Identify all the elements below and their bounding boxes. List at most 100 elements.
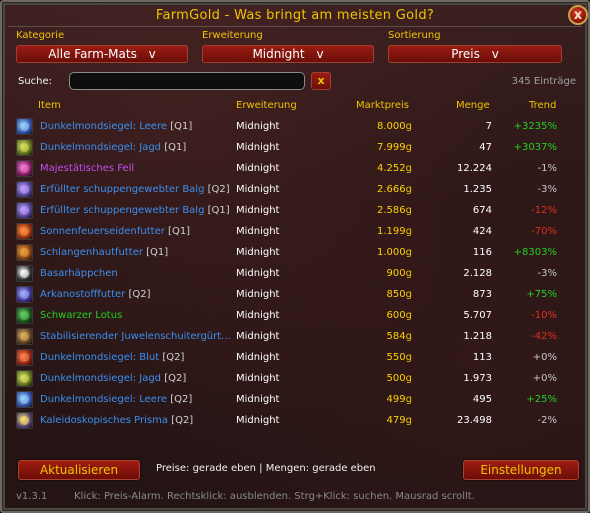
table-row[interactable]: Arkanostofffutter [Q2] Midnight 850g 873 +75… [14,284,578,305]
item-price: 479g [344,414,412,427]
header-quantity[interactable]: Menge [456,100,490,112]
status-text: Preise: gerade eben | Mengen: gerade ebe… [156,463,376,474]
category-label: Kategorie [16,30,65,41]
table-row[interactable]: Sonnenfeuerseidenfutter [Q1] Midnight 1.19… [14,221,578,242]
item-expansion: Midnight [236,163,280,174]
header-price[interactable]: Marktpreis [356,100,409,112]
expansion-value: Midnight [252,47,305,61]
item-trend: +25% [526,394,557,405]
item-price: 7.999g [344,141,412,154]
snakeskin-icon [16,244,33,261]
item-expansion: Midnight [236,205,280,216]
table-row[interactable]: Dunkelmondsiegel: Jagd [Q1] Midnight 7.999… [14,137,578,158]
sort-dropdown[interactable]: Preis v [388,45,562,63]
belt-icon [16,328,33,345]
help-hint: Klick: Preis-Alarm. Rechtsklick: ausblen… [74,491,475,502]
table-row[interactable]: Dunkelmondsiegel: Blut [Q2] Midnight 550g 1… [14,347,578,368]
item-expansion: Midnight [236,121,280,132]
prism-icon [16,412,33,429]
lotus-icon [16,307,33,324]
item-name[interactable]: Dunkelmondsiegel: Leere [Q2] [40,393,234,406]
gold-unit: g [405,184,412,195]
item-name-text: Stabilisierender Juwelenschuitergürt... [40,331,231,342]
table-row[interactable]: Dunkelmondsiegel: Leere [Q1] Midnight 8.00… [14,116,578,137]
header-expansion[interactable]: Erweiterung [236,100,297,112]
item-name[interactable]: Dunkelmondsiegel: Blut [Q2] [40,351,234,364]
item-expansion: Midnight [236,394,280,405]
item-trend: -2% [537,415,557,426]
fur-icon [16,160,33,177]
quality-tier: [Q1] [170,121,193,132]
item-trend: -10% [531,310,557,321]
title-bar[interactable]: FarmGold - Was bringt am meisten Gold? x [2,2,588,28]
table-header: Item Erweiterung Marktpreis Menge Trend [2,100,588,112]
table-row[interactable]: Basarhäppchen Midnight 900g 2.128 -3% [14,263,578,284]
item-name[interactable]: Dunkelmondsiegel: Leere [Q1] [40,120,234,133]
gold-unit: g [405,310,412,321]
item-name[interactable]: Erfüllter schuppengewebter Balg [Q2] [40,183,234,196]
item-name-text: Dunkelmondsiegel: Jagd [40,142,162,153]
item-name[interactable]: Schwarzer Lotus [40,309,234,322]
item-price: 900g [344,267,412,280]
version-label: v1.3.1 [16,491,48,502]
gold-unit: g [405,226,412,237]
table-row[interactable]: Stabilisierender Juwelenschuitergürt... M… [14,326,578,347]
sort-label: Sortierung [388,30,441,41]
table-row[interactable]: Schwarzer Lotus Midnight 600g 5.707 -10% [14,305,578,326]
item-quantity: 424 [472,226,492,237]
table-row[interactable]: Erfüllter schuppengewebter Balg [Q1] Midn… [14,200,578,221]
item-name[interactable]: Dunkelmondsiegel: Jagd [Q2] [40,372,234,385]
quality-tier: [Q2] [170,394,193,405]
settings-button[interactable]: Einstellungen [463,460,579,480]
item-name[interactable]: Basarhäppchen [40,267,234,280]
item-name[interactable]: Majestätisches Fell [40,162,234,175]
item-name-text: Dunkelmondsiegel: Jagd [40,373,162,384]
quality-tier: [Q2] [162,352,185,363]
item-trend: +8303% [513,247,557,258]
item-name-text: Kaleidoskopisches Prisma [40,415,168,426]
close-button[interactable]: x [568,5,588,25]
table-row[interactable]: Schlangenhautfutter [Q1] Midnight 1.000g 11… [14,242,578,263]
item-expansion: Midnight [236,184,280,195]
table-row[interactable]: Dunkelmondsiegel: Jagd [Q2] Midnight 500g 1… [14,368,578,389]
refresh-button[interactable]: Aktualisieren [18,460,140,480]
search-input[interactable] [69,72,305,90]
snack-icon [16,265,33,282]
item-price: 584g [344,330,412,343]
category-dropdown[interactable]: Alle Farm-Mats v [16,45,188,63]
item-name[interactable]: Kaleidoskopisches Prisma [Q2] [40,414,234,427]
price-value: 8.000 [377,121,406,132]
item-quantity: 47 [479,142,492,153]
item-name[interactable]: Stabilisierender Juwelenschuitergürt... [40,330,234,343]
item-name[interactable]: Dunkelmondsiegel: Jagd [Q1] [40,141,234,154]
table-row[interactable]: Majestätisches Fell Midnight 4.252g 12.224 -… [14,158,578,179]
item-name[interactable]: Schlangenhautfutter [Q1] [40,246,234,259]
table-row[interactable]: Kaleidoskopisches Prisma [Q2] Midnight 479… [14,410,578,431]
item-name-text: Dunkelmondsiegel: Leere [40,121,167,132]
clear-search-button[interactable]: x [311,72,331,90]
item-name[interactable]: Arkanostofffutter [Q2] [40,288,234,301]
item-expansion: Midnight [236,289,280,300]
item-price: 8.000g [344,120,412,133]
expansion-dropdown[interactable]: Midnight v [202,45,374,63]
item-name-text: Schlangenhautfutter [40,247,143,258]
header-item[interactable]: Item [38,100,61,112]
quality-tier: [Q1] [146,247,169,258]
header-trend[interactable]: Trend [529,100,556,112]
item-name[interactable]: Sonnenfeuerseidenfutter [Q1] [40,225,234,238]
item-name-text: Sonnenfeuerseidenfutter [40,226,165,237]
item-name[interactable]: Erfüllter schuppengewebter Balg [Q1] [40,204,234,217]
gold-unit: g [405,121,412,132]
item-trend: -3% [537,184,557,195]
chevron-down-icon: v [316,47,324,61]
price-value: 479 [386,415,406,426]
item-price: 1.000g [344,246,412,259]
quality-tier: [Q1] [207,205,230,216]
table-row[interactable]: Erfüllter schuppengewebter Balg [Q2] Midn… [14,179,578,200]
item-expansion: Midnight [236,268,280,279]
table-row[interactable]: Dunkelmondsiegel: Leere [Q2] Midnight 499g… [14,389,578,410]
gold-unit: g [405,415,412,426]
item-quantity: 5.707 [463,310,492,321]
price-value: 4.252 [377,163,406,174]
gold-unit: g [405,205,412,216]
